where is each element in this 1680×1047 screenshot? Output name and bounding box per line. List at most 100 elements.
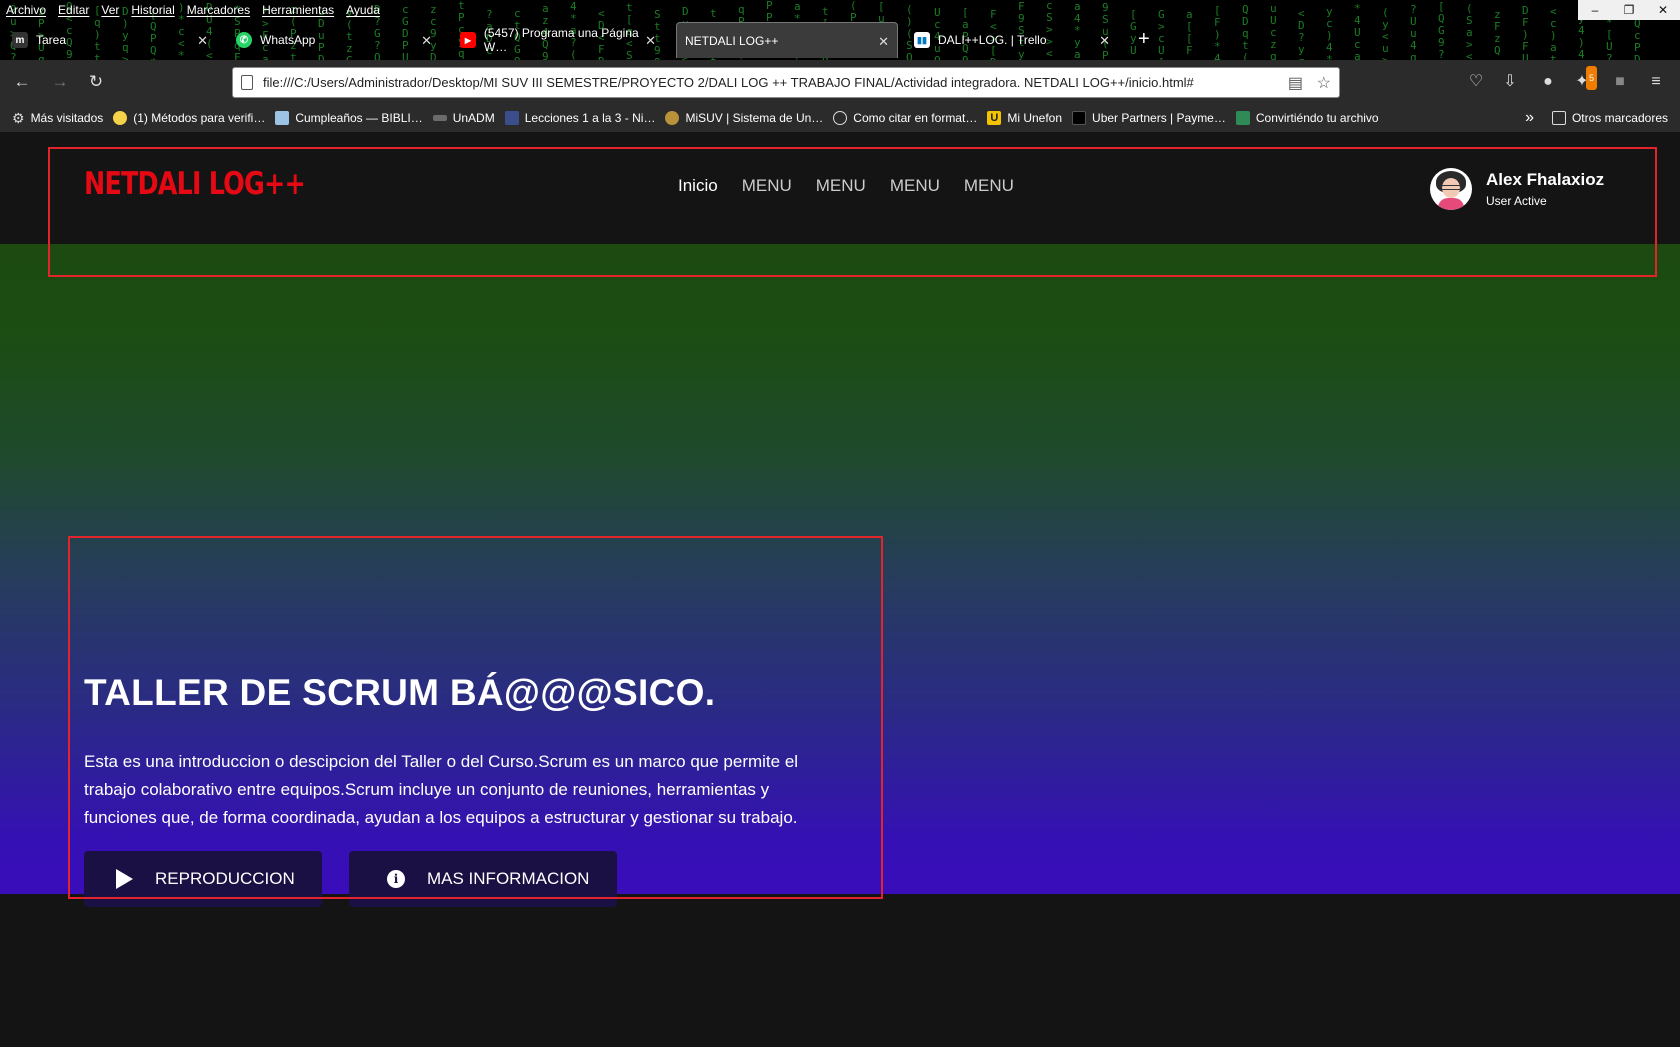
reader-view-icon[interactable]: ▤: [1288, 73, 1303, 93]
tab-title: NETDALI LOG++: [685, 33, 779, 48]
nav-item-menu-3[interactable]: MENU: [890, 176, 940, 196]
tab-whatsapp[interactable]: ✆ WhatsApp ✕: [228, 22, 440, 58]
forward-arrow-icon[interactable]: →: [48, 70, 72, 94]
minimize-button[interactable]: –: [1578, 0, 1612, 20]
tab-netdali[interactable]: NETDALI LOG++ ✕: [676, 22, 898, 58]
converter-icon: [1235, 111, 1250, 125]
other-bookmarks-label: Otros marcadores: [1571, 111, 1668, 125]
nav-item-menu-1[interactable]: MENU: [742, 176, 792, 196]
close-tab-icon[interactable]: ✕: [1099, 33, 1110, 49]
unefon-icon: U: [987, 111, 1002, 125]
user-name: Alex Fhalaxioz: [1486, 170, 1605, 189]
lesson-icon: [504, 111, 519, 125]
bookmark-cumpleanos[interactable]: Cumpleaños — BIBLI…: [275, 111, 423, 125]
extension-badge-icon[interactable]: ✦ 5: [1570, 66, 1598, 94]
main-nav: Inicio MENU MENU MENU MENU: [678, 176, 1014, 196]
back-arrow-icon[interactable]: ←: [10, 70, 34, 94]
address-bar[interactable]: file:///C:/Users/Administrador/Desktop/M…: [232, 67, 1340, 98]
restore-button[interactable]: ❐: [1612, 0, 1646, 20]
menu-marcadores[interactable]: Marcadores: [187, 3, 250, 17]
url-text: file:///C:/Users/Administrador/Desktop/M…: [263, 75, 1194, 90]
menu-archivo[interactable]: Archivo: [6, 3, 46, 17]
site-header: NETDALI LOG++ Inicio MENU MENU MENU MENU…: [0, 132, 1680, 244]
bookmark-metodos[interactable]: (1) Métodos para verifi…: [113, 111, 265, 125]
bookmark-label: MiSUV | Sistema de Un…: [685, 111, 824, 125]
bookmark-label: Mi Unefon: [1007, 111, 1063, 125]
folder-icon: [1551, 111, 1566, 125]
close-window-button[interactable]: ✕: [1646, 0, 1680, 20]
tab-tarea[interactable]: m Tarea ✕: [4, 22, 216, 58]
tab-strip: m Tarea ✕ ✆ WhatsApp ✕ ▶ (5457) Programa…: [0, 22, 1680, 60]
youtube-icon: ▶: [460, 32, 476, 48]
bookmark-label: Más visitados: [30, 111, 104, 125]
user-profile[interactable]: Alex Fhalaxioz User Active: [1430, 168, 1604, 210]
tab-title: (5457) Programa una Página W…: [483, 26, 639, 54]
hero-section: TALLER DE SCRUM BÁ@@@SICO. Esta es una i…: [0, 244, 1680, 907]
extension-badge: 5: [1586, 66, 1598, 90]
bookmark-label: Lecciones 1 a la 3 - Ni…: [524, 111, 656, 125]
nav-item-inicio[interactable]: Inicio: [678, 176, 718, 196]
play-icon: [116, 869, 133, 889]
avatar: [1430, 168, 1472, 210]
play-button-label: REPRODUCCION: [155, 869, 295, 888]
reload-icon[interactable]: ↻: [84, 70, 108, 94]
hamburger-menu-icon[interactable]: ≡: [1644, 70, 1668, 94]
close-tab-icon[interactable]: ✕: [421, 33, 432, 49]
bookmarks-toolbar: ⚙ Más visitados (1) Métodos para verifi… …: [0, 104, 1680, 132]
bookmark-mas-visitados[interactable]: ⚙ Más visitados: [12, 111, 103, 125]
sidebar-icon[interactable]: ■: [1608, 70, 1632, 94]
tab-title: Tarea: [36, 33, 67, 47]
tab-trello[interactable]: ▮▮ DALI++LOG. | Trello ✕: [906, 22, 1118, 58]
whatsapp-icon: ✆: [236, 32, 252, 48]
uber-icon: [1072, 111, 1087, 125]
trello-icon: ▮▮: [914, 32, 930, 48]
extension-icon[interactable]: ●: [1536, 70, 1560, 94]
nav-item-menu-2[interactable]: MENU: [816, 176, 866, 196]
bookmark-label: UnADM: [452, 111, 495, 125]
bookmark-uber[interactable]: Uber Partners | Payme…: [1072, 111, 1226, 125]
globe-icon: [833, 111, 848, 125]
star-bookmark-icon[interactable]: ☆: [1317, 73, 1331, 93]
bookmark-como-citar[interactable]: Como citar en format…: [833, 111, 977, 125]
play-button[interactable]: REPRODUCCION: [84, 851, 322, 907]
hero-description: Esta es una introduccion o descipcion de…: [84, 752, 799, 827]
browser-chrome: 9 u > Q ? z G S D ( ) z P > U q 9 P c z …: [0, 0, 1680, 132]
more-info-button-label: MAS INFORMACION: [427, 869, 590, 888]
user-status: User Active: [1486, 194, 1547, 208]
bookmark-unadm[interactable]: UnADM: [432, 111, 495, 125]
bookmark-label: (1) Métodos para verifi…: [133, 111, 266, 125]
new-tab-button[interactable]: +: [1138, 28, 1150, 51]
tab-title: DALI++LOG. | Trello: [938, 33, 1047, 47]
window-controls: – ❐ ✕: [1578, 0, 1680, 20]
moodle-icon: m: [12, 32, 28, 48]
close-tab-icon[interactable]: ✕: [878, 34, 889, 50]
tab-title: WhatsApp: [260, 33, 316, 47]
menu-editar[interactable]: Editar: [58, 3, 89, 17]
page-icon: [241, 75, 253, 90]
menu-ayuda[interactable]: Ayuda: [346, 3, 380, 17]
bookmark-unefon[interactable]: U Mi Unefon: [987, 111, 1062, 125]
menu-historial[interactable]: Historial: [131, 3, 174, 17]
pocket-icon[interactable]: ♡: [1464, 70, 1488, 94]
tab-youtube[interactable]: ▶ (5457) Programa una Página W… ✕: [452, 22, 664, 58]
bookmark-convirtiendo[interactable]: Convirtiéndo tu archivo: [1235, 111, 1379, 125]
menu-herramientas[interactable]: Herramientas: [262, 3, 334, 17]
web-page: NETDALI LOG++ Inicio MENU MENU MENU MENU…: [0, 132, 1680, 1047]
more-info-button[interactable]: i MAS INFORMACION: [349, 851, 617, 907]
close-tab-icon[interactable]: ✕: [197, 33, 208, 49]
info-icon: i: [387, 870, 405, 888]
site-logo[interactable]: NETDALI LOG++: [84, 166, 306, 202]
navigation-toolbar: ← → ↻ file:///C:/Users/Administrador/Des…: [0, 60, 1680, 104]
more-bookmarks-chevron-icon[interactable]: »: [1525, 109, 1534, 127]
menu-bar: Archivo Editar Ver Historial Marcadores …: [0, 0, 380, 20]
other-bookmarks[interactable]: Otros marcadores: [1551, 111, 1668, 125]
bookmark-misuv[interactable]: MiSUV | Sistema de Un…: [665, 111, 823, 125]
download-icon[interactable]: ⇩: [1498, 70, 1522, 94]
emoji-icon: [113, 111, 128, 125]
misuv-icon: [665, 111, 680, 125]
bookmark-lecciones[interactable]: Lecciones 1 a la 3 - Ni…: [504, 111, 656, 125]
nav-item-menu-4[interactable]: MENU: [964, 176, 1014, 196]
unadm-icon: [432, 115, 447, 121]
menu-ver[interactable]: Ver: [101, 3, 119, 17]
close-tab-icon[interactable]: ✕: [645, 33, 656, 49]
